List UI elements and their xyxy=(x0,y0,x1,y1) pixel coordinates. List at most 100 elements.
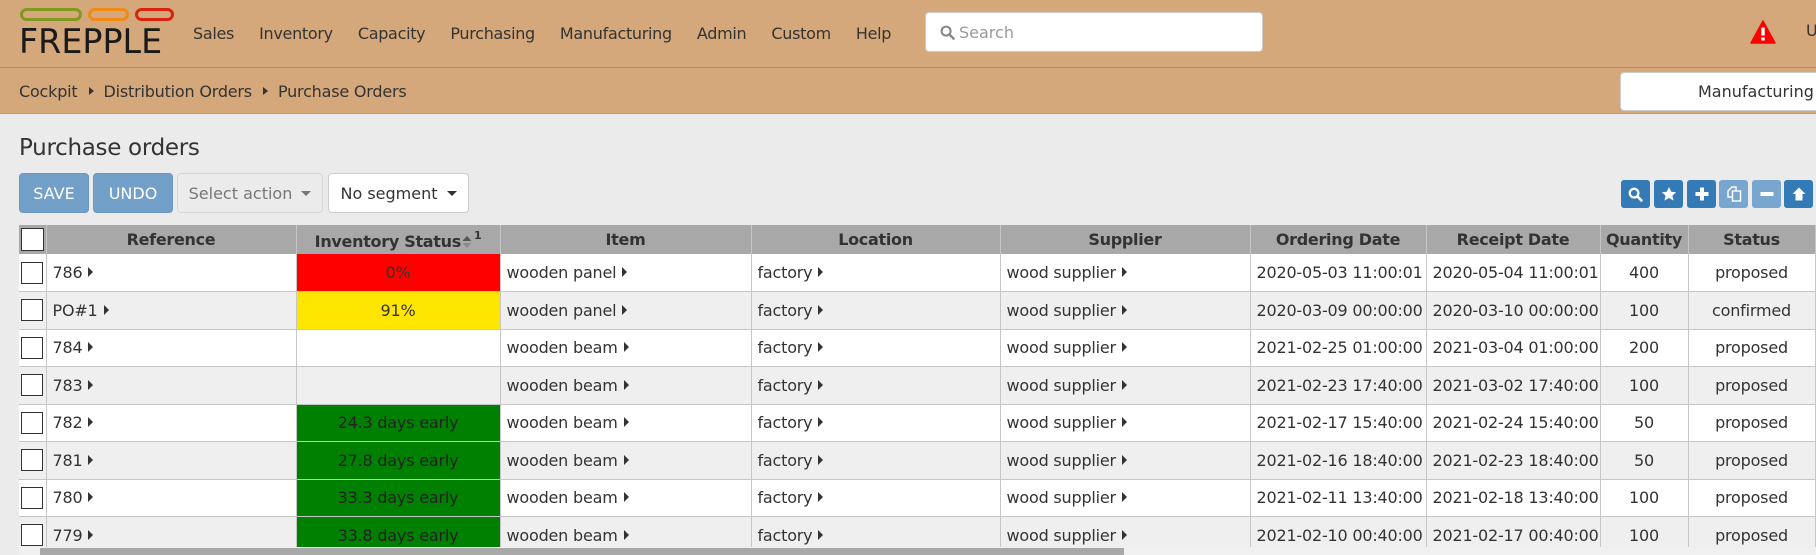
horizontal-scrollbar[interactable] xyxy=(19,547,1816,555)
cell-status[interactable]: proposed xyxy=(1688,404,1816,442)
cell-reference[interactable]: 783 xyxy=(46,366,297,405)
export-button[interactable] xyxy=(1784,180,1813,208)
row-checkbox[interactable] xyxy=(21,261,44,284)
cell-reference[interactable]: 779 xyxy=(46,516,297,547)
cell-location[interactable]: factory xyxy=(751,441,1001,480)
caret-right-icon[interactable] xyxy=(623,417,629,428)
cell-reference[interactable]: 780 xyxy=(46,479,297,517)
undo-button[interactable]: UNDO xyxy=(93,173,173,213)
search-input[interactable] xyxy=(959,22,1249,42)
menu-manufacturing[interactable]: Manufacturing xyxy=(560,24,672,43)
segment-dropdown[interactable]: No segment xyxy=(328,173,469,213)
cell-supplier[interactable]: wood supplier xyxy=(1000,291,1251,330)
table-row[interactable]: 786 0% wooden panel factory wood supplier 202… xyxy=(19,254,1816,292)
cell-quantity[interactable]: 100 xyxy=(1600,516,1689,547)
menu-admin[interactable]: Admin xyxy=(697,24,747,43)
cell-quantity[interactable]: 50 xyxy=(1600,441,1689,480)
cell-receipt-date[interactable]: 2021-02-18 13:40:00 xyxy=(1426,479,1601,517)
cell-location[interactable]: factory xyxy=(751,366,1001,405)
caret-right-icon[interactable] xyxy=(818,379,824,390)
caret-right-icon[interactable] xyxy=(88,342,94,353)
cell-quantity[interactable]: 400 xyxy=(1600,254,1689,292)
cell-item[interactable]: wooden beam xyxy=(500,516,752,547)
column-header-location[interactable]: Location xyxy=(751,225,1001,254)
copy-button[interactable] xyxy=(1719,180,1748,208)
cell-ordering-date[interactable]: 2020-03-09 00:00:00 xyxy=(1250,291,1427,330)
caret-right-icon[interactable] xyxy=(623,454,629,465)
cell-receipt-date[interactable]: 2021-03-04 01:00:00 xyxy=(1426,329,1601,367)
caret-right-icon[interactable] xyxy=(88,454,94,465)
sort-icon[interactable] xyxy=(462,235,472,249)
cell-status[interactable]: proposed xyxy=(1688,254,1816,292)
menu-inventory[interactable]: Inventory xyxy=(259,24,333,43)
delete-button[interactable] xyxy=(1752,180,1781,208)
cell-supplier[interactable]: wood supplier xyxy=(1000,441,1251,480)
caret-right-icon[interactable] xyxy=(818,304,824,315)
row-checkbox[interactable] xyxy=(21,299,44,322)
caret-right-icon[interactable] xyxy=(622,267,628,277)
caret-right-icon[interactable] xyxy=(103,304,109,315)
cell-supplier[interactable]: wood supplier xyxy=(1000,516,1251,547)
breadcrumb-purchase-orders[interactable]: Purchase Orders xyxy=(278,82,407,101)
cell-status[interactable]: proposed xyxy=(1688,516,1816,547)
cell-location[interactable]: factory xyxy=(751,254,1001,292)
cell-reference[interactable]: 786 xyxy=(46,254,297,292)
table-row[interactable]: 782 24.3 days early wooden beam factory wood… xyxy=(19,404,1816,442)
cell-inventory-status[interactable]: 33.8 days early xyxy=(296,516,501,547)
menu-custom[interactable]: Custom xyxy=(771,24,831,43)
cell-receipt-date[interactable]: 2020-05-04 11:00:01 xyxy=(1426,254,1601,292)
cell-item[interactable]: wooden beam xyxy=(500,404,752,442)
cell-reference[interactable]: 782 xyxy=(46,404,297,442)
breadcrumb-distribution-orders[interactable]: Distribution Orders xyxy=(104,82,253,101)
caret-right-icon[interactable] xyxy=(623,529,629,540)
caret-right-icon[interactable] xyxy=(818,529,824,540)
column-header-quantity[interactable]: Quantity xyxy=(1600,225,1689,254)
caret-right-icon[interactable] xyxy=(88,417,94,428)
cell-ordering-date[interactable]: 2020-05-03 11:00:01 xyxy=(1250,254,1427,292)
table-row[interactable]: 779 33.8 days early wooden beam factory wood… xyxy=(19,516,1816,547)
caret-right-icon[interactable] xyxy=(818,454,824,465)
frepple-logo[interactable]: FREPPLE xyxy=(19,6,175,62)
horizontal-scrollbar-thumb[interactable] xyxy=(40,548,1124,555)
menu-capacity[interactable]: Capacity xyxy=(358,24,426,43)
cell-quantity[interactable]: 100 xyxy=(1600,366,1689,405)
favorite-button[interactable] xyxy=(1654,180,1683,208)
caret-right-icon[interactable] xyxy=(1121,529,1127,540)
cell-inventory-status[interactable]: 91% xyxy=(296,291,501,330)
breadcrumb-cockpit[interactable]: Cockpit xyxy=(19,82,78,101)
cell-quantity[interactable]: 100 xyxy=(1600,291,1689,330)
cell-location[interactable]: factory xyxy=(751,516,1001,547)
cell-supplier[interactable]: wood supplier xyxy=(1000,404,1251,442)
caret-right-icon[interactable] xyxy=(1121,417,1127,428)
cell-supplier[interactable]: wood supplier xyxy=(1000,254,1251,292)
cell-receipt-date[interactable]: 2021-02-17 00:40:00 xyxy=(1426,516,1601,547)
column-header-supplier[interactable]: Supplier xyxy=(1000,225,1251,254)
cell-location[interactable]: factory xyxy=(751,291,1001,330)
filter-search-button[interactable] xyxy=(1621,180,1650,208)
caret-right-icon[interactable] xyxy=(1121,379,1127,390)
cell-inventory-status[interactable] xyxy=(296,366,501,405)
cell-ordering-date[interactable]: 2021-02-23 17:40:00 xyxy=(1250,366,1427,405)
user-menu[interactable]: U xyxy=(1806,21,1816,40)
caret-right-icon[interactable] xyxy=(818,342,824,353)
row-checkbox[interactable] xyxy=(21,374,44,397)
cell-reference[interactable]: PO#1 xyxy=(46,291,297,330)
menu-sales[interactable]: Sales xyxy=(193,24,234,43)
cell-receipt-date[interactable]: 2021-02-24 15:40:00 xyxy=(1426,404,1601,442)
caret-right-icon[interactable] xyxy=(1121,492,1127,503)
cell-receipt-date[interactable]: 2021-03-02 17:40:00 xyxy=(1426,366,1601,405)
caret-right-icon[interactable] xyxy=(1121,304,1127,315)
row-checkbox[interactable] xyxy=(21,411,44,434)
caret-right-icon[interactable] xyxy=(622,304,628,315)
cell-supplier[interactable]: wood supplier xyxy=(1000,479,1251,517)
caret-right-icon[interactable] xyxy=(1121,267,1127,277)
caret-right-icon[interactable] xyxy=(88,529,94,540)
cell-status[interactable]: proposed xyxy=(1688,441,1816,480)
cell-reference[interactable]: 784 xyxy=(46,329,297,367)
cell-receipt-date[interactable]: 2021-02-23 18:40:00 xyxy=(1426,441,1601,480)
cell-inventory-status[interactable] xyxy=(296,329,501,367)
menu-purchasing[interactable]: Purchasing xyxy=(450,24,535,43)
column-header-inventory-status[interactable]: Inventory Status 1 xyxy=(296,225,501,254)
cell-status[interactable]: confirmed xyxy=(1688,291,1816,330)
add-button[interactable] xyxy=(1687,180,1716,208)
